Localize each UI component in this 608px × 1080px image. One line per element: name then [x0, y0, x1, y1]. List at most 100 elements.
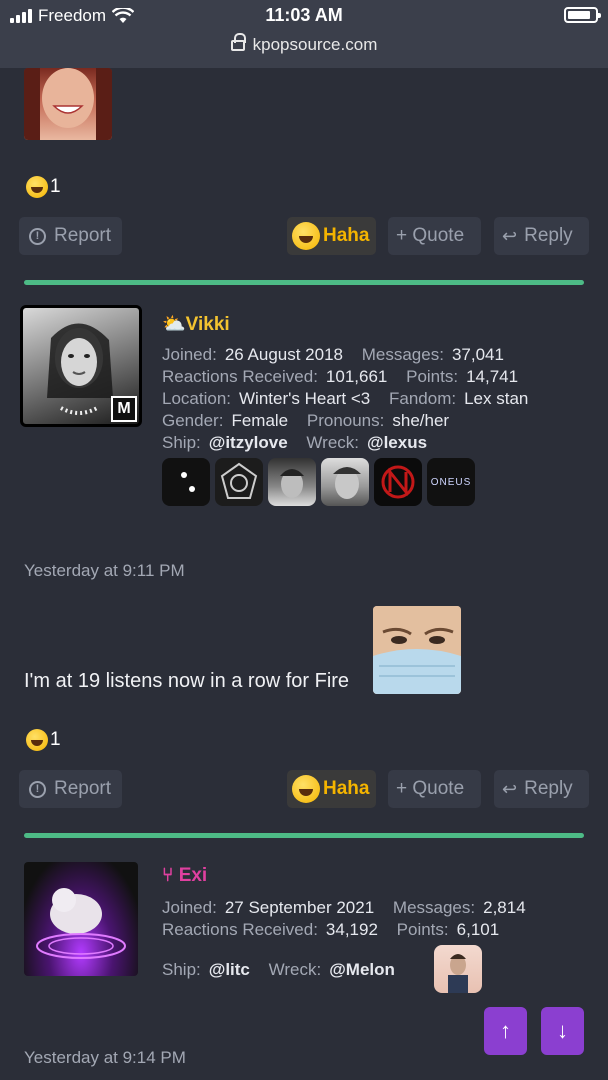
badge-photo-icon[interactable] [434, 945, 482, 993]
wreck-link[interactable]: @Melon [329, 960, 395, 979]
info-key: Messages: [392, 898, 476, 917]
report-button[interactable]: ! Report [19, 217, 122, 255]
quote-button[interactable]: + Quote [388, 770, 481, 808]
info-key: Ship: [162, 433, 201, 452]
info-value: 6,101 [456, 920, 500, 939]
badge-oneus-text: ONEUS [430, 476, 472, 488]
reply-icon: ↩ [502, 778, 518, 799]
info-key: Wreck: [306, 433, 359, 452]
user-info-row: Reactions Received: 101,661 Points: 14,741 [162, 366, 532, 388]
address-bar[interactable]: kpopsource.com [0, 33, 608, 55]
info-key: Pronouns: [306, 411, 385, 430]
badge-oneus-icon[interactable]: ONEUS [427, 458, 475, 506]
post-message: I'm at 19 listens now in a row for Fire [24, 670, 349, 693]
user-info-row: Ship: @itzylove Wreck: @lexus [162, 432, 441, 454]
badge-emblem-icon[interactable] [215, 458, 263, 506]
url-text: kpopsource.com [252, 35, 378, 54]
info-value: 14,741 [466, 367, 519, 386]
lock-icon [230, 33, 246, 51]
reply-button[interactable]: ↩ Reply [494, 217, 589, 255]
reaction-summary[interactable]: 1 [26, 176, 61, 198]
arrow-up-icon: ↑ [500, 1018, 511, 1043]
info-key: Points: [396, 920, 449, 939]
haha-label: Haha [323, 778, 370, 799]
post-timestamp[interactable]: Yesterday at 9:14 PM [24, 1048, 186, 1068]
alert-circle-icon: ! [29, 780, 46, 798]
git-branch-icon: ⑂ [162, 865, 174, 886]
laughing-emoji-icon [292, 775, 320, 803]
user-info-row: Gender: Female Pronouns: she/her [162, 410, 463, 432]
reply-label: Reply [524, 778, 573, 799]
info-value: 27 September 2021 [224, 898, 375, 917]
report-label: Report [54, 778, 112, 799]
post-divider [24, 833, 584, 838]
user-avatar[interactable] [24, 862, 138, 976]
reaction-summary[interactable]: 1 [26, 729, 61, 751]
laughing-emoji-icon [26, 176, 48, 198]
quote-label: + Quote [396, 225, 465, 246]
reply-button[interactable]: ↩ Reply [494, 770, 589, 808]
info-key: Location: [162, 389, 231, 408]
info-key: Points: [406, 367, 459, 386]
user-info-row: Joined: 27 September 2021 Messages: 2,814 [162, 897, 540, 919]
post-divider [24, 280, 584, 285]
username-exi[interactable]: ⑂ Exi [162, 865, 207, 887]
laughing-emoji-icon [292, 222, 320, 250]
info-value: Winter's Heart <3 [239, 389, 371, 408]
info-key: Reactions Received: [162, 367, 318, 386]
ship-link[interactable]: @litc [209, 960, 250, 979]
arrow-down-icon: ↓ [557, 1018, 568, 1043]
post-message-text: I'm at 19 listens now in a row for Fire [24, 670, 350, 692]
badge-dots-icon[interactable] [162, 458, 210, 506]
reply-label: Reply [524, 225, 573, 246]
username-label: Exi [178, 865, 208, 886]
report-button[interactable]: ! Report [19, 770, 122, 808]
info-key: Gender: [162, 411, 224, 430]
user-badges: ONEUS [162, 458, 475, 506]
haha-button[interactable]: Haha [287, 217, 376, 255]
post-timestamp[interactable]: Yesterday at 9:11 PM [24, 561, 185, 581]
info-value: 26 August 2018 [224, 345, 343, 364]
laughing-emoji-icon [26, 729, 48, 751]
status-bar: Freedom 11:03 AM kpopsource.com [0, 0, 608, 68]
info-key: Joined: [162, 345, 217, 364]
username-label: Vikki [185, 314, 230, 335]
scroll-top-button[interactable]: ↑ [484, 1007, 527, 1055]
weather-icon: ⛅ [162, 314, 186, 335]
avatar-emblem-icon: M [111, 396, 137, 422]
user-avatar[interactable]: M [20, 305, 142, 427]
haha-button[interactable]: Haha [287, 770, 376, 808]
info-value: 101,661 [325, 367, 388, 386]
info-value: 2,814 [483, 898, 526, 917]
inline-image[interactable] [373, 606, 461, 694]
reaction-count: 1 [50, 729, 61, 750]
user-info-row: Joined: 26 August 2018 Messages: 37,041 [162, 344, 518, 366]
username-vikki[interactable]: ⛅Vikki [162, 312, 230, 336]
post-image-avatar [24, 68, 112, 140]
user-info-row: Reactions Received: 34,192 Points: 6,101 [162, 919, 513, 941]
badge-n-logo-icon[interactable] [374, 458, 422, 506]
quote-label: + Quote [396, 778, 465, 799]
haha-label: Haha [323, 225, 370, 246]
info-key: Ship: [162, 960, 201, 979]
ship-link[interactable]: @itzylove [209, 433, 288, 452]
scroll-bottom-button[interactable]: ↓ [541, 1007, 584, 1055]
user-info-row: Ship: @litc Wreck: @Melon [162, 959, 409, 981]
info-value: Female [231, 411, 289, 430]
info-key: Messages: [361, 345, 444, 364]
info-value: Lex stan [464, 389, 529, 408]
info-key: Reactions Received: [162, 920, 318, 939]
badge-photo-icon[interactable] [268, 458, 316, 506]
info-value: 37,041 [451, 345, 504, 364]
badge-photo-icon[interactable] [321, 458, 369, 506]
info-key: Joined: [162, 898, 217, 917]
info-key: Wreck: [268, 960, 322, 979]
clock: 11:03 AM [265, 5, 343, 25]
alert-circle-icon: ! [29, 227, 46, 245]
report-label: Report [54, 225, 112, 246]
reaction-count: 1 [50, 176, 61, 197]
wreck-link[interactable]: @lexus [367, 433, 427, 452]
info-value: she/her [392, 411, 450, 430]
user-info-row: Location: Winter's Heart <3 Fandom: Lex st… [162, 388, 542, 410]
quote-button[interactable]: + Quote [388, 217, 481, 255]
